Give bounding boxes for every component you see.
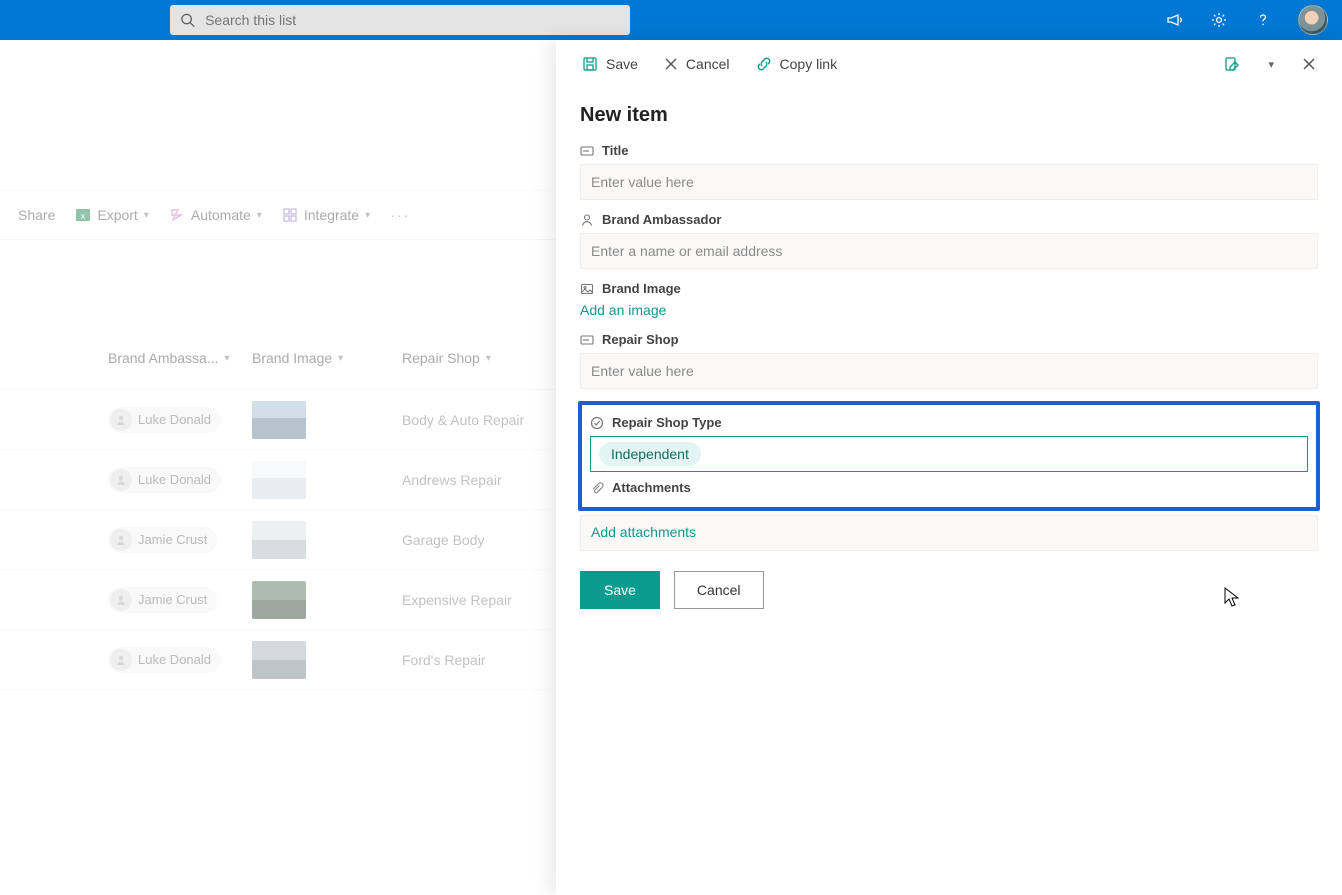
image-icon xyxy=(580,282,594,296)
field-label-text: Attachments xyxy=(612,480,691,495)
save-label: Save xyxy=(606,56,638,72)
add-image-button[interactable]: Add an image xyxy=(580,302,666,318)
field-brand-ambassador: Brand Ambassador xyxy=(580,212,1318,269)
text-field-icon xyxy=(580,144,594,158)
field-title: Title xyxy=(580,143,1318,200)
repair-shop-type-picker[interactable]: Independent xyxy=(590,436,1308,472)
help-icon[interactable] xyxy=(1254,11,1272,29)
panel-title: New item xyxy=(580,104,1318,127)
cancel-label: Cancel xyxy=(686,56,730,72)
attachment-icon xyxy=(590,481,604,495)
ambassador-input[interactable] xyxy=(580,233,1318,269)
field-brand-image: Brand Image Add an image xyxy=(580,281,1318,320)
field-attachments: Add attachments xyxy=(580,515,1318,551)
panel-command-bar: Save Cancel Copy link ▾ xyxy=(556,40,1342,88)
choice-chip[interactable]: Independent xyxy=(599,442,701,466)
field-label-text: Repair Shop Type xyxy=(612,415,722,430)
add-attachments-button[interactable]: Add attachments xyxy=(591,524,696,540)
choice-icon xyxy=(590,416,604,430)
repair-shop-input[interactable] xyxy=(580,353,1318,389)
megaphone-icon[interactable] xyxy=(1166,11,1184,29)
save-icon xyxy=(582,56,598,72)
search-input[interactable] xyxy=(205,12,620,28)
copy-link-label: Copy link xyxy=(780,56,838,72)
close-icon xyxy=(1302,57,1316,71)
link-icon xyxy=(756,56,772,72)
save-button[interactable]: Save xyxy=(580,571,660,609)
gear-icon[interactable] xyxy=(1210,11,1228,29)
save-button[interactable]: Save xyxy=(576,52,644,76)
field-label-text: Brand Ambassador xyxy=(602,212,721,227)
form-icon xyxy=(1224,56,1240,72)
form-actions: Save Cancel xyxy=(580,571,1318,609)
panel-body: New item Title Brand Ambassador Brand Im… xyxy=(556,88,1342,633)
text-field-icon xyxy=(580,333,594,347)
header-actions xyxy=(1166,5,1328,35)
copy-link-button[interactable]: Copy link xyxy=(750,52,844,76)
field-label-text: Repair Shop xyxy=(602,332,679,347)
search-box[interactable] xyxy=(170,5,630,35)
field-label-text: Title xyxy=(602,143,629,158)
close-panel-button[interactable] xyxy=(1296,53,1322,75)
new-item-panel: Save Cancel Copy link ▾ New item Title xyxy=(556,40,1342,895)
edit-form-button[interactable] xyxy=(1218,52,1246,76)
cancel-button[interactable]: Cancel xyxy=(674,571,764,609)
suite-header xyxy=(0,0,1342,40)
field-repair-shop-type: Repair Shop Type Independent xyxy=(590,415,1308,472)
cancel-button[interactable]: Cancel xyxy=(658,52,736,76)
close-icon xyxy=(664,57,678,71)
field-attachments-label: Attachments xyxy=(590,480,1308,495)
title-input[interactable] xyxy=(580,164,1318,200)
search-icon xyxy=(180,12,195,28)
highlighted-region: Repair Shop Type Independent Attachments xyxy=(578,401,1320,511)
avatar[interactable] xyxy=(1298,5,1328,35)
field-label-text: Brand Image xyxy=(602,281,681,296)
field-repair-shop: Repair Shop xyxy=(580,332,1318,389)
chevron-down-icon[interactable]: ▾ xyxy=(1262,54,1280,75)
person-icon xyxy=(580,213,594,227)
